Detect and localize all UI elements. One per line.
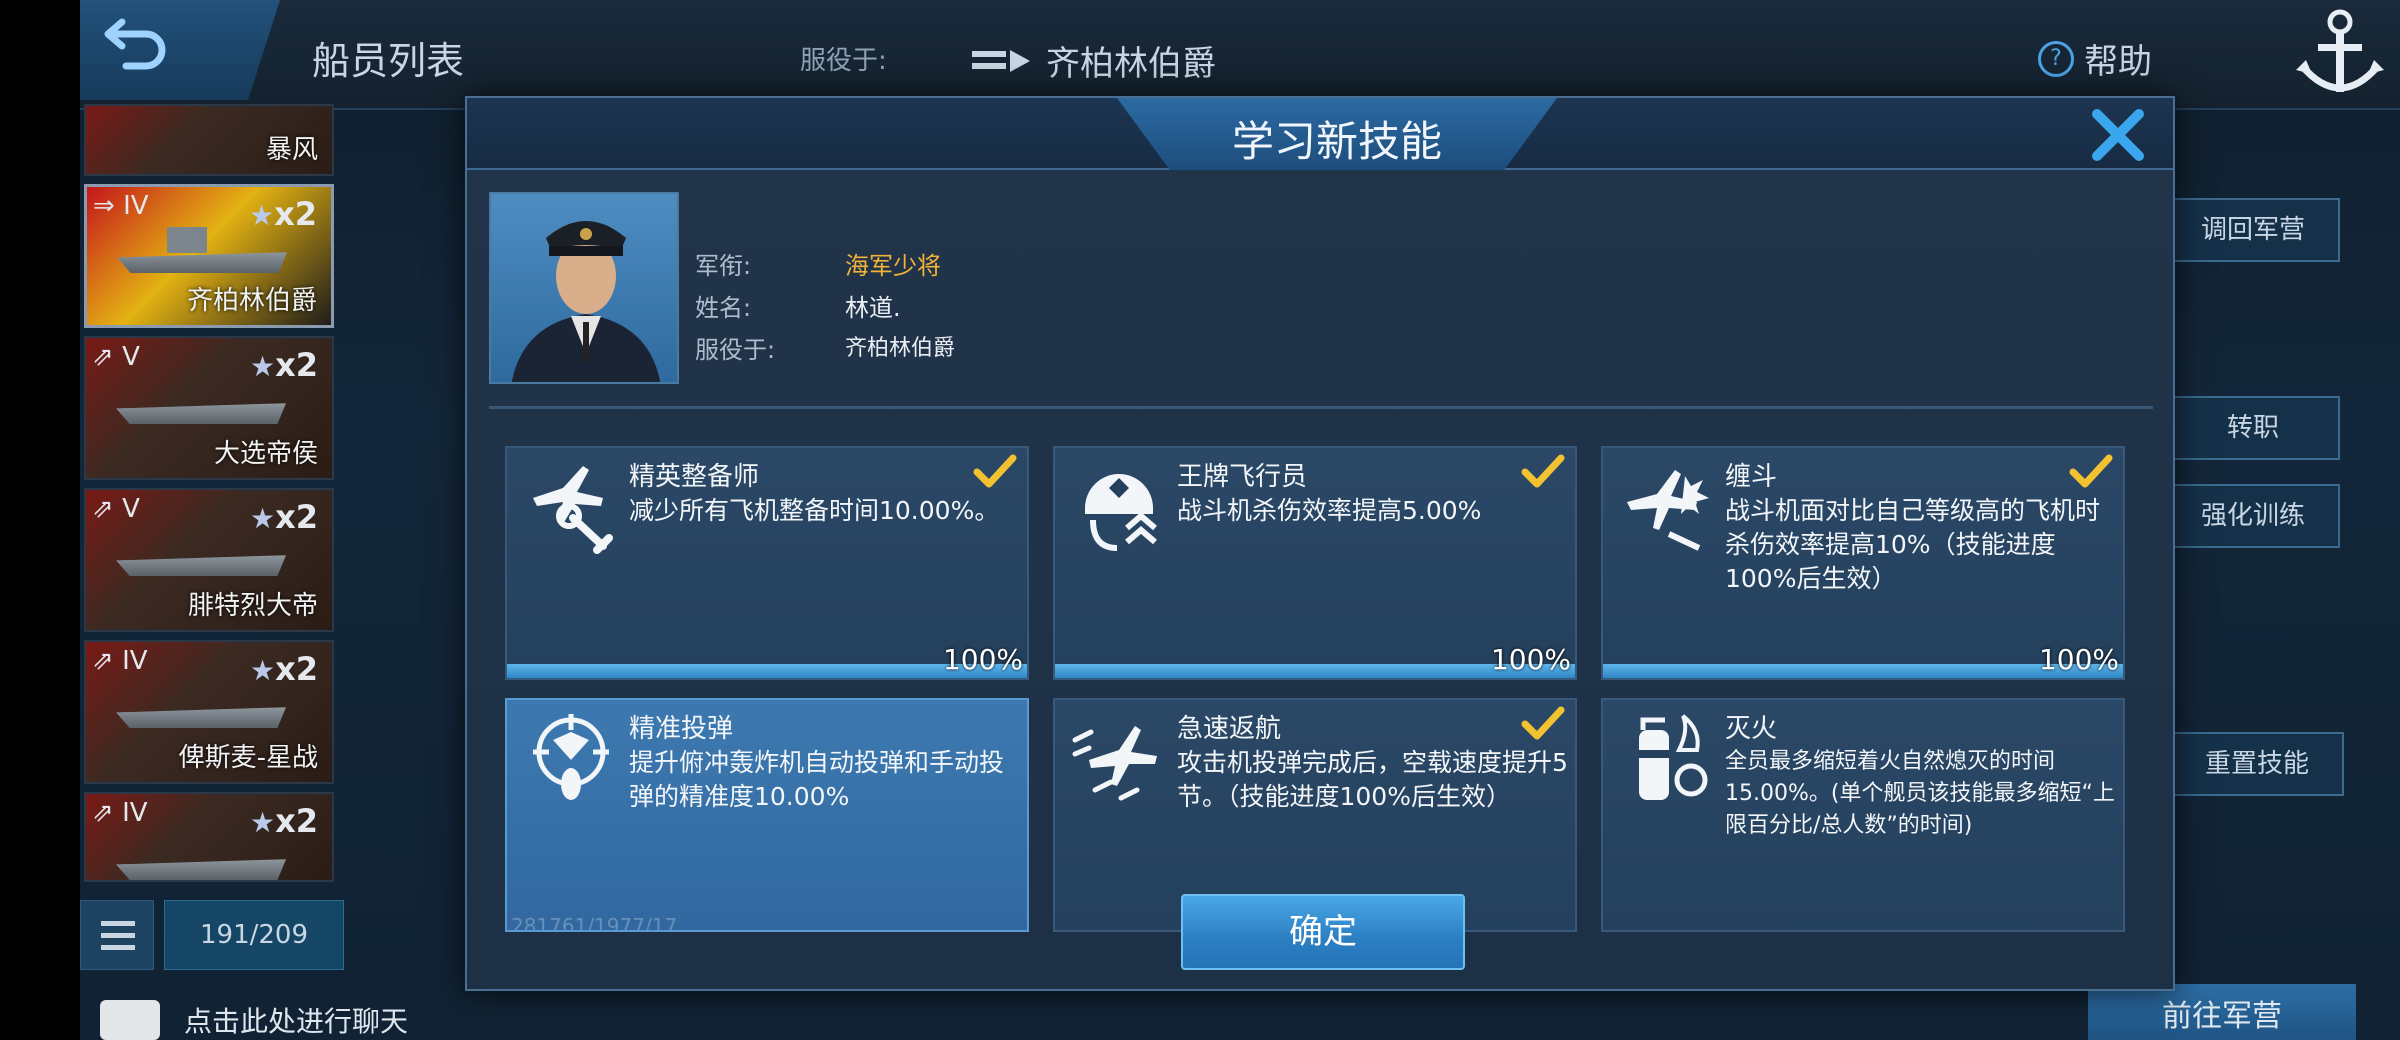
ship-card-4[interactable]: ⇗ IV ★x2 俾斯麦-星战 bbox=[84, 640, 334, 784]
ship-hull-image bbox=[116, 707, 286, 728]
ship-hull-image bbox=[116, 859, 286, 880]
anchor-icon[interactable] bbox=[2290, 0, 2390, 110]
serve-value: 齐柏林伯爵 bbox=[845, 336, 956, 361]
ship-count: ★x2 bbox=[249, 802, 318, 840]
skill-desc: 战斗机杀伤效率提高5.00% bbox=[1177, 496, 1482, 525]
ship-card-2[interactable]: ⇗ V ★x2 大选帝侯 bbox=[84, 336, 334, 480]
back-button[interactable] bbox=[80, 0, 280, 100]
close-icon[interactable] bbox=[2087, 104, 2149, 166]
back-arrow-icon bbox=[104, 18, 166, 70]
skill-card-precision-bombing[interactable]: 精准投弹 提升俯冲轰炸机自动投弹和手动投弹的精准度10.00% 281761/1… bbox=[505, 698, 1029, 932]
skill-name: 急速返航 bbox=[1177, 714, 1282, 744]
skill-desc: 攻击机投弹完成后，空载速度提升5节。（技能进度100%后生效） bbox=[1177, 748, 1568, 811]
ship-count: ★x2 bbox=[249, 650, 318, 688]
ship-count: ★x2 bbox=[249, 346, 318, 384]
ship-rank: ⇗ IV bbox=[92, 646, 148, 676]
skill-name: 精英整备师 bbox=[629, 462, 760, 492]
list-menu-button[interactable] bbox=[80, 900, 154, 970]
officer-portrait bbox=[489, 192, 679, 384]
skill-desc: 战斗机面对比自己等级高的飞机时杀伤效率提高10%（技能进度100%后生效） bbox=[1725, 496, 2101, 593]
crew-count: 191/209 bbox=[164, 900, 344, 970]
skill-progress-text: 100% bbox=[2038, 643, 2119, 676]
chat-icon bbox=[100, 1000, 160, 1040]
ace-pilot-icon bbox=[1085, 474, 1157, 551]
skill-progress-text: 100% bbox=[942, 643, 1023, 676]
ship-card-3[interactable]: ⇗ V ★x2 腓特烈大帝 bbox=[84, 488, 334, 632]
help-label: 帮助 bbox=[2084, 42, 2152, 82]
ship-count: ★x2 bbox=[249, 498, 318, 536]
ship-name: 腓特烈大帝 bbox=[187, 591, 318, 621]
chat-bar[interactable]: 点击此处进行聊天 bbox=[100, 990, 500, 1040]
serve-ship-name: 齐柏林伯爵 bbox=[1046, 44, 1216, 84]
confirm-button[interactable]: 确定 bbox=[1181, 894, 1465, 970]
skill-card-ace-pilot[interactable]: 王牌飞行员 战斗机杀伤效率提高5.00% 100% bbox=[1053, 446, 1577, 680]
ship-rank: ⇗ V bbox=[92, 494, 140, 524]
chat-hint: 点击此处进行聊天 bbox=[184, 1005, 409, 1038]
skill-name: 灭火 bbox=[1725, 714, 1778, 744]
extinguisher-icon bbox=[1639, 714, 1708, 800]
fast-return-icon bbox=[1072, 726, 1157, 801]
plane-wrench-icon bbox=[533, 466, 613, 554]
ship-hull-image bbox=[116, 403, 286, 424]
skill-card-extinguish[interactable]: 灭火 全员最多缩短着火自然熄灭的时间15.00%。(单个舰员该技能最多缩短“上限… bbox=[1601, 698, 2125, 932]
skill-name: 精准投弹 bbox=[629, 714, 734, 744]
ship-card-5[interactable]: ⇗ IV ★x2 bbox=[84, 792, 334, 882]
learn-skill-dialog: 学习新技能 军衔: 海军少将 姓名: 林道. 服役于: 齐柏林伯爵 精英整备师 … bbox=[465, 96, 2175, 991]
help-icon: ? bbox=[2038, 40, 2074, 77]
serve-label: 服役于: bbox=[695, 336, 776, 364]
skill-name: 缠斗 bbox=[1725, 462, 1778, 492]
help-button[interactable]: ? 帮助 bbox=[2038, 34, 2152, 83]
check-icon bbox=[1521, 706, 1565, 740]
reset-skill-button[interactable]: 重置技能 bbox=[2170, 732, 2344, 796]
rank-label: 军衔: bbox=[695, 252, 752, 280]
goto-barracks-button[interactable]: 前往军营 bbox=[2088, 984, 2356, 1040]
page-title: 船员列表 bbox=[312, 39, 465, 83]
dogfight-icon bbox=[1627, 470, 1709, 551]
rank-value: 海军少将 bbox=[845, 252, 941, 280]
check-icon bbox=[1521, 454, 1565, 488]
recall-button[interactable]: 调回军营 bbox=[2166, 198, 2340, 262]
top-bar: 船员列表 服役于: 齐柏林伯爵 ? 帮助 bbox=[80, 0, 2400, 110]
skill-id-text: 281761/1977/17 bbox=[511, 914, 678, 932]
ship-name: 暴风 bbox=[265, 135, 318, 165]
train-button[interactable]: 强化训练 bbox=[2166, 484, 2340, 548]
ship-rank: ⇗ V bbox=[92, 342, 140, 372]
ship-name: 俾斯麦-星战 bbox=[178, 743, 318, 773]
ship-hull-image bbox=[116, 555, 286, 576]
skill-desc: 减少所有飞机整备时间10.00%。 bbox=[629, 496, 1000, 525]
ship-card-1[interactable]: ⇒ IV ★x2 齐柏林伯爵 bbox=[84, 184, 334, 328]
ship-card-0[interactable]: 暴风 bbox=[84, 104, 334, 176]
officer-image bbox=[511, 221, 661, 382]
ship-name: 大选帝侯 bbox=[213, 439, 318, 469]
name-value: 林道. bbox=[845, 294, 901, 322]
left-letterbox bbox=[0, 0, 80, 1040]
skill-progress-text: 100% bbox=[1490, 643, 1571, 676]
skill-card-elite-maintainer[interactable]: 精英整备师 减少所有飞机整备时间10.00%。 100% bbox=[505, 446, 1029, 680]
check-icon bbox=[973, 454, 1017, 488]
ship-tower-image bbox=[167, 227, 207, 253]
skill-name: 王牌飞行员 bbox=[1177, 462, 1308, 492]
name-label: 姓名: bbox=[695, 294, 752, 322]
ship-list: 暴风 ⇒ IV ★x2 齐柏林伯爵 ⇗ V ★x2 大选帝侯 ⇗ V ★x2 腓… bbox=[80, 104, 340, 894]
target-bomb-icon bbox=[533, 714, 609, 800]
ship-rank: ⇒ IV bbox=[93, 191, 149, 221]
transfer-button[interactable]: 转职 bbox=[2166, 396, 2340, 460]
check-icon bbox=[2069, 454, 2113, 488]
ship-rank: ⇗ IV bbox=[92, 798, 148, 828]
skill-desc: 全员最多缩短着火自然熄灭的时间15.00%。(单个舰员该技能最多缩短“上限百分比… bbox=[1725, 749, 2115, 838]
ship-count: ★x2 bbox=[248, 195, 317, 233]
ship-name: 齐柏林伯爵 bbox=[186, 286, 317, 316]
divider bbox=[489, 406, 2153, 409]
ship-class-icon bbox=[972, 49, 1030, 72]
dialog-title: 学习新技能 bbox=[1231, 117, 1442, 166]
skill-desc: 提升俯冲轰炸机自动投弹和手动投弹的精准度10.00% bbox=[629, 748, 1005, 811]
serve-ship: 齐柏林伯爵 bbox=[972, 36, 1216, 85]
serve-label: 服役于: bbox=[800, 46, 887, 76]
game-screen: 船员列表 服役于: 齐柏林伯爵 ? 帮助 暴风 ⇒ IV ★x2 齐柏林伯爵 ⇗… bbox=[80, 0, 2400, 1040]
skill-card-dogfight[interactable]: 缠斗 战斗机面对比自己等级高的飞机时杀伤效率提高10%（技能进度100%后生效）… bbox=[1601, 446, 2125, 680]
